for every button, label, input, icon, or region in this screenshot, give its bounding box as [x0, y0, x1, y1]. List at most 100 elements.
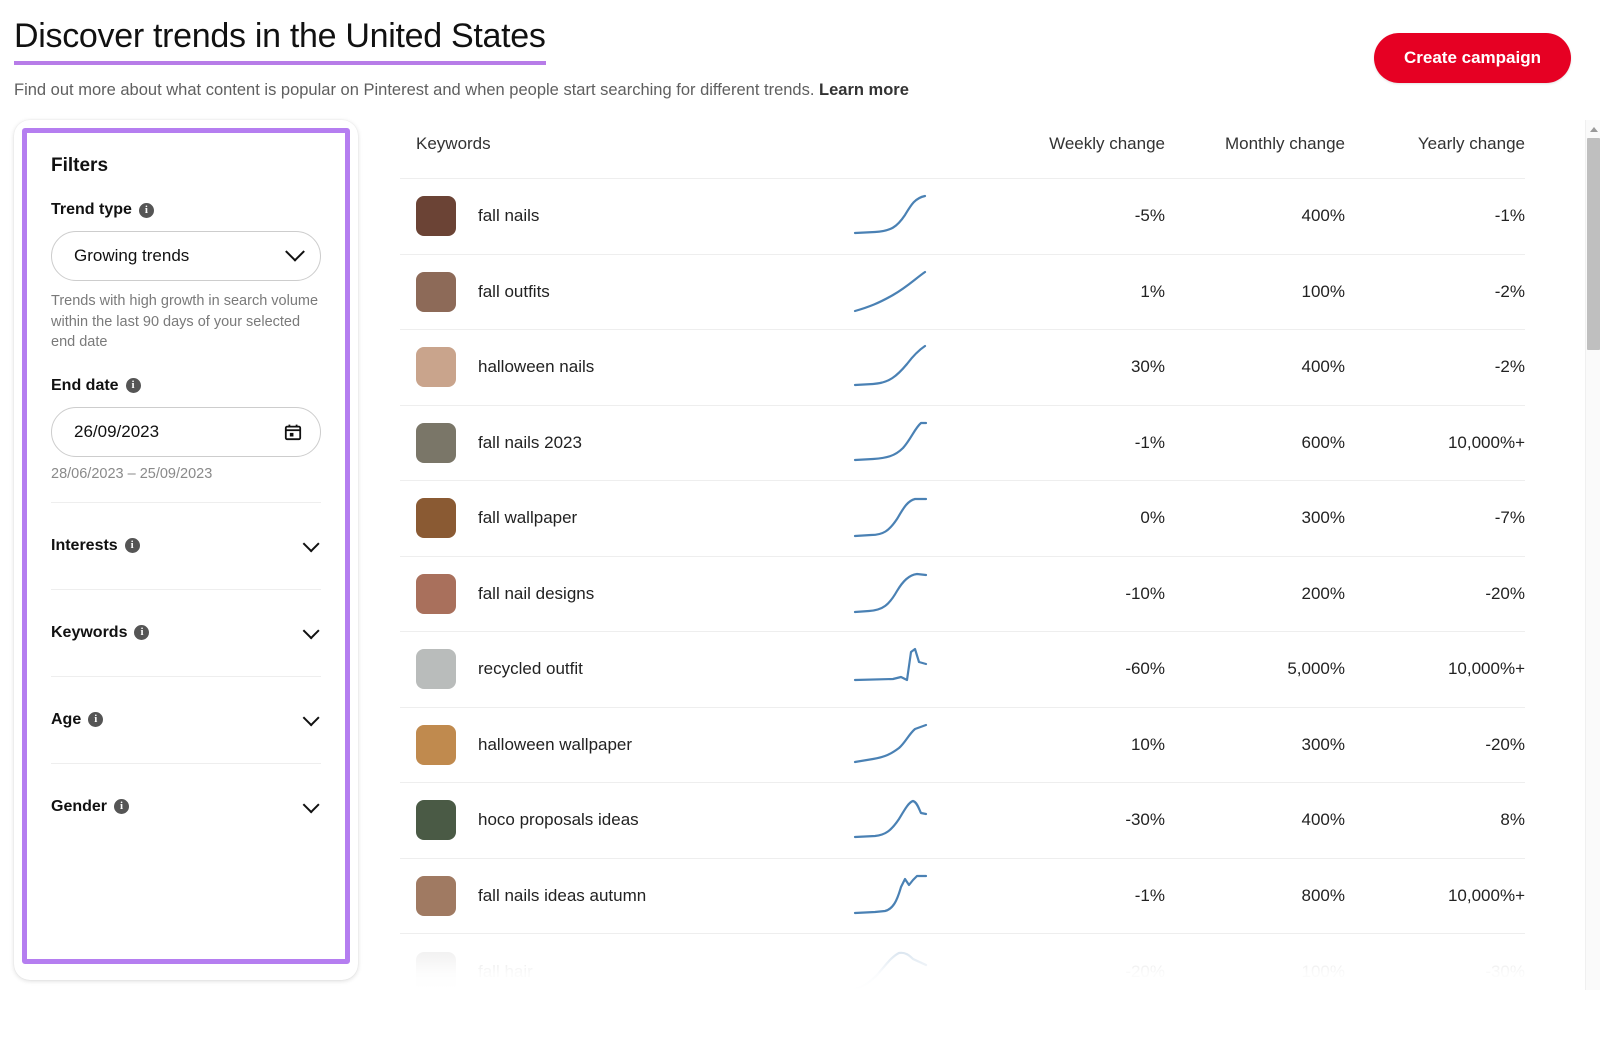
- keyword-label: fall nails: [478, 206, 539, 226]
- end-date-label-text: End date: [51, 377, 119, 395]
- yearly-change-cell: 8%: [1345, 783, 1525, 859]
- trend-sparkline-icon: [853, 420, 928, 466]
- keyword-thumbnail: [416, 498, 456, 538]
- keyword-thumbnail: [416, 649, 456, 689]
- chevron-down-icon: [303, 535, 320, 552]
- table-row[interactable]: fall nails ideas autumn-1%800%10,000%+: [400, 858, 1525, 934]
- keyword-cell[interactable]: fall outfits: [400, 254, 800, 330]
- page-title: Discover trends in the United States: [14, 18, 546, 65]
- column-header-yearly[interactable]: Yearly change: [1345, 120, 1525, 179]
- monthly-change-cell: 400%: [1165, 330, 1345, 406]
- info-icon[interactable]: i: [134, 625, 149, 640]
- table-row[interactable]: fall nail designs-10%200%-20%: [400, 556, 1525, 632]
- keyword-cell[interactable]: halloween wallpaper: [400, 707, 800, 783]
- monthly-change-cell: 300%: [1165, 707, 1345, 783]
- info-icon[interactable]: i: [125, 538, 140, 553]
- sparkline-cell: [800, 405, 980, 481]
- keyword-thumbnail: [416, 423, 456, 463]
- trend-type-label: Trend type i: [51, 201, 321, 219]
- table-row[interactable]: fall nails 2023-1%600%10,000%+: [400, 405, 1525, 481]
- sparkline-cell: [800, 254, 980, 330]
- filter-section-gender[interactable]: Gender i: [51, 764, 321, 850]
- info-icon[interactable]: i: [114, 799, 129, 814]
- table-row[interactable]: halloween nails30%400%-2%: [400, 330, 1525, 406]
- keyword-label: fall nails ideas autumn: [478, 886, 646, 906]
- filter-section-label: Gender: [51, 798, 107, 816]
- filter-section-label: Age: [51, 711, 81, 729]
- table-row[interactable]: fall hair -20%100%-30%: [400, 934, 1525, 991]
- trends-table: Keywords Weekly change Monthly change Ye…: [400, 120, 1525, 990]
- vertical-scrollbar[interactable]: [1585, 120, 1600, 990]
- yearly-change-cell: -30%: [1345, 934, 1525, 991]
- column-header-monthly[interactable]: Monthly change: [1165, 120, 1345, 179]
- weekly-change-cell: -5%: [980, 179, 1165, 255]
- table-header: Keywords Weekly change Monthly change Ye…: [400, 120, 1525, 179]
- keyword-label: fall nails 2023: [478, 433, 582, 453]
- page-subtitle: Find out more about what content is popu…: [14, 81, 1600, 100]
- yearly-change-cell: -1%: [1345, 179, 1525, 255]
- end-date-range: 28/06/2023 – 25/09/2023: [51, 466, 321, 482]
- page-header: Discover trends in the United States Fin…: [0, 0, 1600, 120]
- keyword-cell[interactable]: halloween nails: [400, 330, 800, 406]
- monthly-change-cell: 200%: [1165, 556, 1345, 632]
- table-row[interactable]: fall wallpaper 0%300%-7%: [400, 481, 1525, 557]
- column-header-keywords[interactable]: Keywords: [400, 120, 800, 179]
- create-campaign-button[interactable]: Create campaign: [1374, 33, 1571, 83]
- trend-type-select[interactable]: Growing trends: [51, 231, 321, 281]
- end-date-input[interactable]: 26/09/2023: [51, 407, 321, 457]
- weekly-change-cell: 1%: [980, 254, 1165, 330]
- yearly-change-cell: -2%: [1345, 330, 1525, 406]
- info-icon[interactable]: i: [139, 203, 154, 218]
- weekly-change-cell: -20%: [980, 934, 1165, 991]
- filter-section-label: Keywords: [51, 624, 127, 642]
- weekly-change-cell: 10%: [980, 707, 1165, 783]
- keyword-cell[interactable]: fall wallpaper: [400, 481, 800, 557]
- weekly-change-cell: -60%: [980, 632, 1165, 708]
- trend-sparkline-icon: [853, 646, 928, 692]
- keyword-cell[interactable]: fall nail designs: [400, 556, 800, 632]
- keyword-cell[interactable]: fall nails ideas autumn: [400, 858, 800, 934]
- table-row[interactable]: recycled outfit-60%5,000%10,000%+: [400, 632, 1525, 708]
- triangle-up-icon[interactable]: [1586, 122, 1600, 136]
- table-row[interactable]: fall nails -5%400%-1%: [400, 179, 1525, 255]
- trend-sparkline-icon: [853, 722, 928, 768]
- calendar-icon[interactable]: [284, 423, 302, 441]
- yearly-change-cell: 10,000%+: [1345, 858, 1525, 934]
- column-header-weekly[interactable]: Weekly change: [980, 120, 1165, 179]
- yearly-change-cell: -7%: [1345, 481, 1525, 557]
- monthly-change-cell: 300%: [1165, 481, 1345, 557]
- info-icon[interactable]: i: [88, 712, 103, 727]
- filter-section-interests[interactable]: Interests i: [51, 503, 321, 589]
- keyword-label: halloween wallpaper: [478, 735, 632, 755]
- keyword-cell[interactable]: fall nails 2023: [400, 405, 800, 481]
- info-icon[interactable]: i: [126, 378, 141, 393]
- keyword-thumbnail: [416, 725, 456, 765]
- keyword-cell[interactable]: fall hair: [400, 934, 800, 991]
- filter-section-keywords[interactable]: Keywords i: [51, 590, 321, 676]
- column-header-sparkline: [800, 120, 980, 179]
- filter-section-age[interactable]: Age i: [51, 677, 321, 763]
- monthly-change-cell: 400%: [1165, 783, 1345, 859]
- keyword-cell[interactable]: recycled outfit: [400, 632, 800, 708]
- monthly-change-cell: 400%: [1165, 179, 1345, 255]
- scroll-thumb[interactable]: [1587, 138, 1600, 350]
- keyword-cell[interactable]: hoco proposals ideas: [400, 783, 800, 859]
- monthly-change-cell: 100%: [1165, 254, 1345, 330]
- monthly-change-cell: 100%: [1165, 934, 1345, 991]
- chevron-down-icon: [303, 709, 320, 726]
- trend-sparkline-icon: [853, 797, 928, 843]
- weekly-change-cell: 0%: [980, 481, 1165, 557]
- monthly-change-cell: 800%: [1165, 858, 1345, 934]
- trend-type-value: Growing trends: [74, 246, 288, 266]
- monthly-change-cell: 5,000%: [1165, 632, 1345, 708]
- table-row[interactable]: hoco proposals ideas-30%400%8%: [400, 783, 1525, 859]
- table-row[interactable]: halloween wallpaper10%300%-20%: [400, 707, 1525, 783]
- table-row[interactable]: fall outfits1%100%-2%: [400, 254, 1525, 330]
- keyword-thumbnail: [416, 272, 456, 312]
- trend-sparkline-icon: [853, 193, 928, 239]
- chevron-down-icon: [303, 622, 320, 639]
- yearly-change-cell: -20%: [1345, 556, 1525, 632]
- learn-more-link[interactable]: Learn more: [819, 81, 909, 99]
- sparkline-cell: [800, 556, 980, 632]
- keyword-cell[interactable]: fall nails: [400, 179, 800, 255]
